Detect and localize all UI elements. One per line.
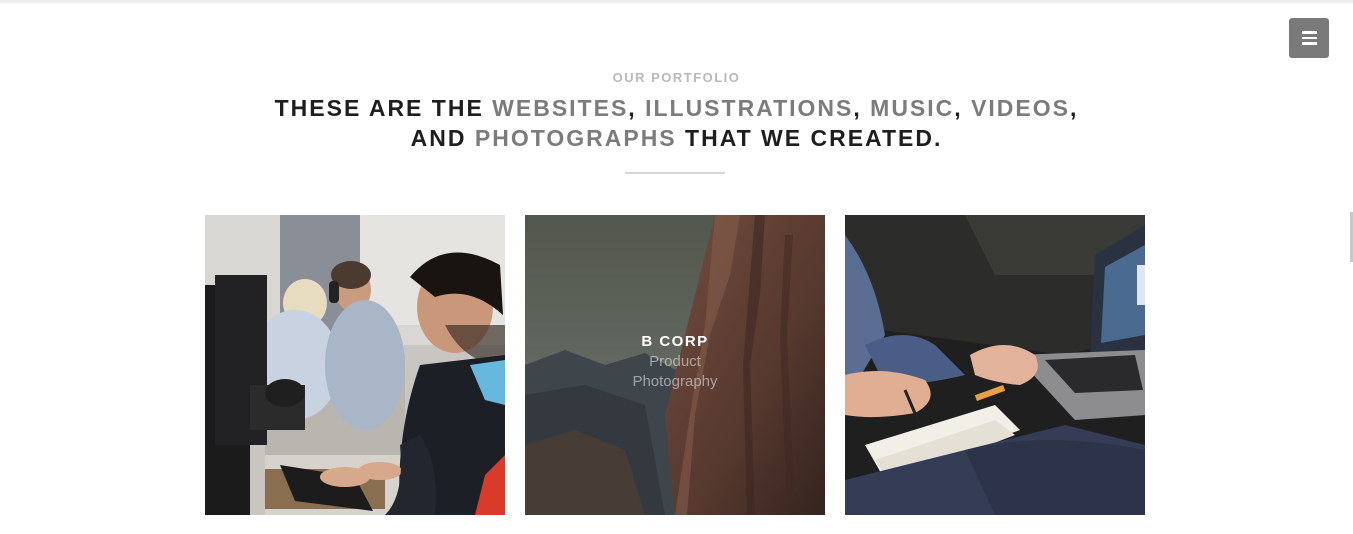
headline-text: THAT WE CREATED.	[676, 125, 943, 151]
hamburger-menu-icon	[1301, 31, 1317, 34]
headline-highlight-illustrations: ILLUSTRATIONS	[645, 95, 854, 121]
man-typing-at-computer-office-photo	[205, 215, 505, 515]
headline-highlight-photographs: PHOTOGRAPHS	[474, 125, 677, 151]
portfolio-item-3[interactable]	[845, 215, 1145, 515]
headline-line-1: THESE ARE THE WEBSITES, ILLUSTRATIONS, M…	[0, 93, 1353, 123]
hamburger-menu-icon-bar	[1301, 36, 1317, 40]
headline-text: AND	[410, 125, 475, 151]
top-border	[0, 0, 1353, 3]
headline-text: THESE ARE THE	[274, 95, 493, 121]
headline-highlight-videos: VIDEOS	[971, 95, 1070, 121]
hamburger-menu-icon-bar	[1301, 42, 1317, 45]
headline-separator: ,	[954, 95, 972, 121]
menu-button[interactable]	[1289, 18, 1329, 58]
headline-separator: ,	[628, 95, 646, 121]
headline-separator: ,	[1069, 95, 1079, 121]
section-eyebrow: OUR PORTFOLIO	[612, 70, 741, 85]
portfolio-item-2[interactable]: B CORP Product Photography	[525, 215, 825, 515]
portfolio-item-title: B CORP	[641, 333, 709, 350]
section-divider	[625, 172, 725, 174]
headline-highlight-music: MUSIC	[870, 95, 955, 121]
hands-laptop-notebook-photo	[845, 215, 1145, 515]
headline-line-2: AND PHOTOGRAPHS THAT WE CREATED.	[0, 123, 1353, 153]
portfolio-item-1[interactable]	[205, 215, 505, 515]
section-headline: THESE ARE THE WEBSITES, ILLUSTRATIONS, M…	[0, 93, 1353, 153]
headline-separator: ,	[853, 95, 871, 121]
portfolio-item-subtitle: Product Photography	[632, 353, 718, 390]
headline-highlight-websites: WEBSITES	[492, 95, 629, 121]
portfolio-item-overlay[interactable]: B CORP Product Photography	[525, 215, 825, 515]
